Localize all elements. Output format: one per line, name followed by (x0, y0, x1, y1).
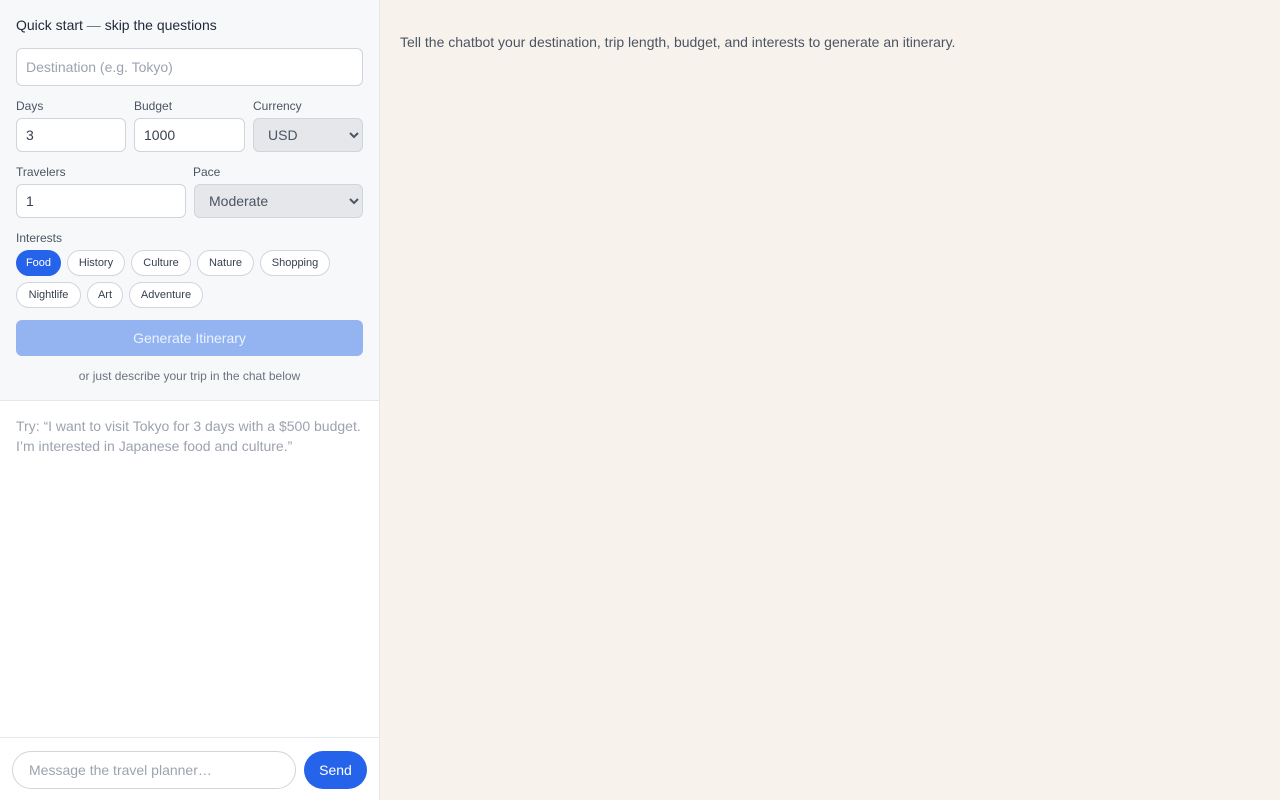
quick-start-heading: Quick start (16, 17, 83, 33)
chat-composer: Send (0, 737, 379, 800)
message-input[interactable] (12, 751, 296, 789)
generate-itinerary-button[interactable]: Generate Itinerary (16, 320, 363, 356)
example-prompt-hint: Try: “I want to visit Tokyo for 3 days w… (16, 418, 361, 454)
budget-input[interactable] (134, 118, 245, 152)
budget-label: Budget (134, 99, 173, 113)
quick-start-panel: Quick start — skip the questions Days Bu… (0, 0, 379, 401)
send-button[interactable]: Send (304, 751, 367, 789)
travelers-label: Travelers (16, 165, 66, 179)
interest-chip-shopping[interactable]: Shopping (260, 250, 330, 276)
currency-label: Currency (253, 99, 302, 113)
interest-chip-food[interactable]: Food (16, 250, 61, 276)
travelers-input[interactable] (16, 184, 186, 218)
sidebar: Quick start — skip the questions Days Bu… (0, 0, 380, 800)
interest-chip-adventure[interactable]: Adventure (129, 282, 203, 308)
interest-chip-nature[interactable]: Nature (197, 250, 254, 276)
destination-input[interactable] (16, 48, 363, 86)
days-input[interactable] (16, 118, 126, 152)
currency-select[interactable]: USD (253, 118, 363, 152)
pace-select[interactable]: Moderate (194, 184, 363, 218)
chat-alternative-hint: or just describe your trip in the chat b… (78, 369, 301, 383)
days-label: Days (16, 99, 44, 113)
interest-chip-art[interactable]: Art (87, 282, 123, 308)
title-dash: — (86, 17, 101, 33)
interests-label: Interests (16, 231, 63, 245)
itinerary-empty-message: Tell the chatbot your destination, trip … (400, 34, 956, 50)
interest-chip-nightlife[interactable]: Nightlife (16, 282, 81, 308)
quick-start-subtitle: skip the questions (104, 17, 217, 33)
quick-start-title: Quick start — skip the questions (16, 17, 217, 33)
interest-chip-culture[interactable]: Culture (131, 250, 191, 276)
pace-label: Pace (193, 165, 221, 179)
interest-chip-history[interactable]: History (67, 250, 125, 276)
